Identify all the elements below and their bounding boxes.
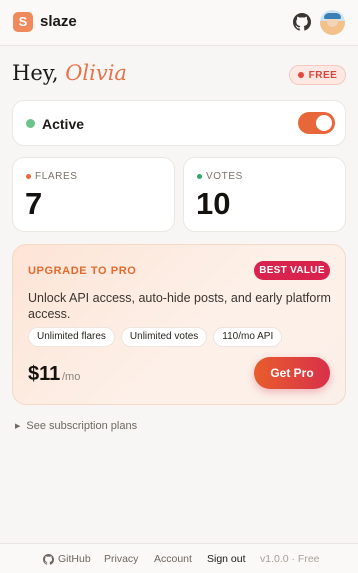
greeting: Hey, Olivia [12,61,127,85]
caret-right-icon: ▶ [15,423,21,430]
price-period: /mo [62,371,81,383]
status-card: Active [12,100,346,146]
flares-stat-card: FLARES 7 [12,157,175,232]
footer-github-label: GitHub [58,553,91,565]
votes-dot-icon [197,174,202,179]
avatar-hat [324,13,341,19]
flares-dot-icon [26,174,31,179]
brand-name: slaze [40,13,77,30]
footer-version: v1.0.0 · Free [260,553,320,565]
feature-chip: 110/mo API [213,327,283,347]
github-icon[interactable] [293,13,311,31]
greeting-name: Olivia [65,61,127,85]
plan-dot-icon [297,72,304,78]
votes-label: VOTES [206,171,243,182]
footer-privacy-link[interactable]: Privacy [104,553,138,565]
footer-signout-link[interactable]: Sign out [207,553,246,565]
footer-account-link[interactable]: Account [154,553,192,565]
subscription-plans-label: See subscription plans [26,420,138,432]
footer-github-link[interactable]: GitHub [43,553,91,565]
feature-chip: Unlimited votes [120,327,208,347]
user-avatar[interactable] [320,10,345,35]
status-dot-icon [26,119,35,128]
upgrade-title: UPGRADE TO PRO [28,265,137,277]
header: S slaze [0,0,358,46]
slaze-logo-icon[interactable]: S [13,12,33,32]
flares-label: FLARES [35,171,78,182]
price: $11 [28,363,61,385]
flares-value: 7 [25,186,43,221]
feature-chips: Unlimited flares Unlimited votes 110/mo … [28,327,283,347]
flares-header: FLARES [26,171,78,182]
feature-chip: Unlimited flares [28,327,115,347]
subscription-plans-link[interactable]: ▶ See subscription plans [15,420,137,432]
plan-badge: FREE [289,65,346,85]
toggle-knob [316,115,332,131]
upgrade-description: Unlock API access, auto-hide posts, and … [28,291,331,321]
votes-stat-card: VOTES 10 [183,157,346,232]
status-label: Active [42,116,85,132]
github-icon [43,553,54,565]
best-value-badge: BEST VALUE [254,261,330,280]
get-pro-button[interactable]: Get Pro [254,357,330,389]
upgrade-card: UPGRADE TO PRO BEST VALUE Unlock API acc… [12,244,346,405]
active-toggle[interactable] [298,112,335,134]
votes-value: 10 [196,186,231,221]
plan-badge-label: FREE [308,69,338,81]
greeting-hey: Hey, [12,61,59,85]
footer: GitHub Privacy Account Sign out v1.0.0 ·… [0,543,358,573]
votes-header: VOTES [197,171,243,182]
